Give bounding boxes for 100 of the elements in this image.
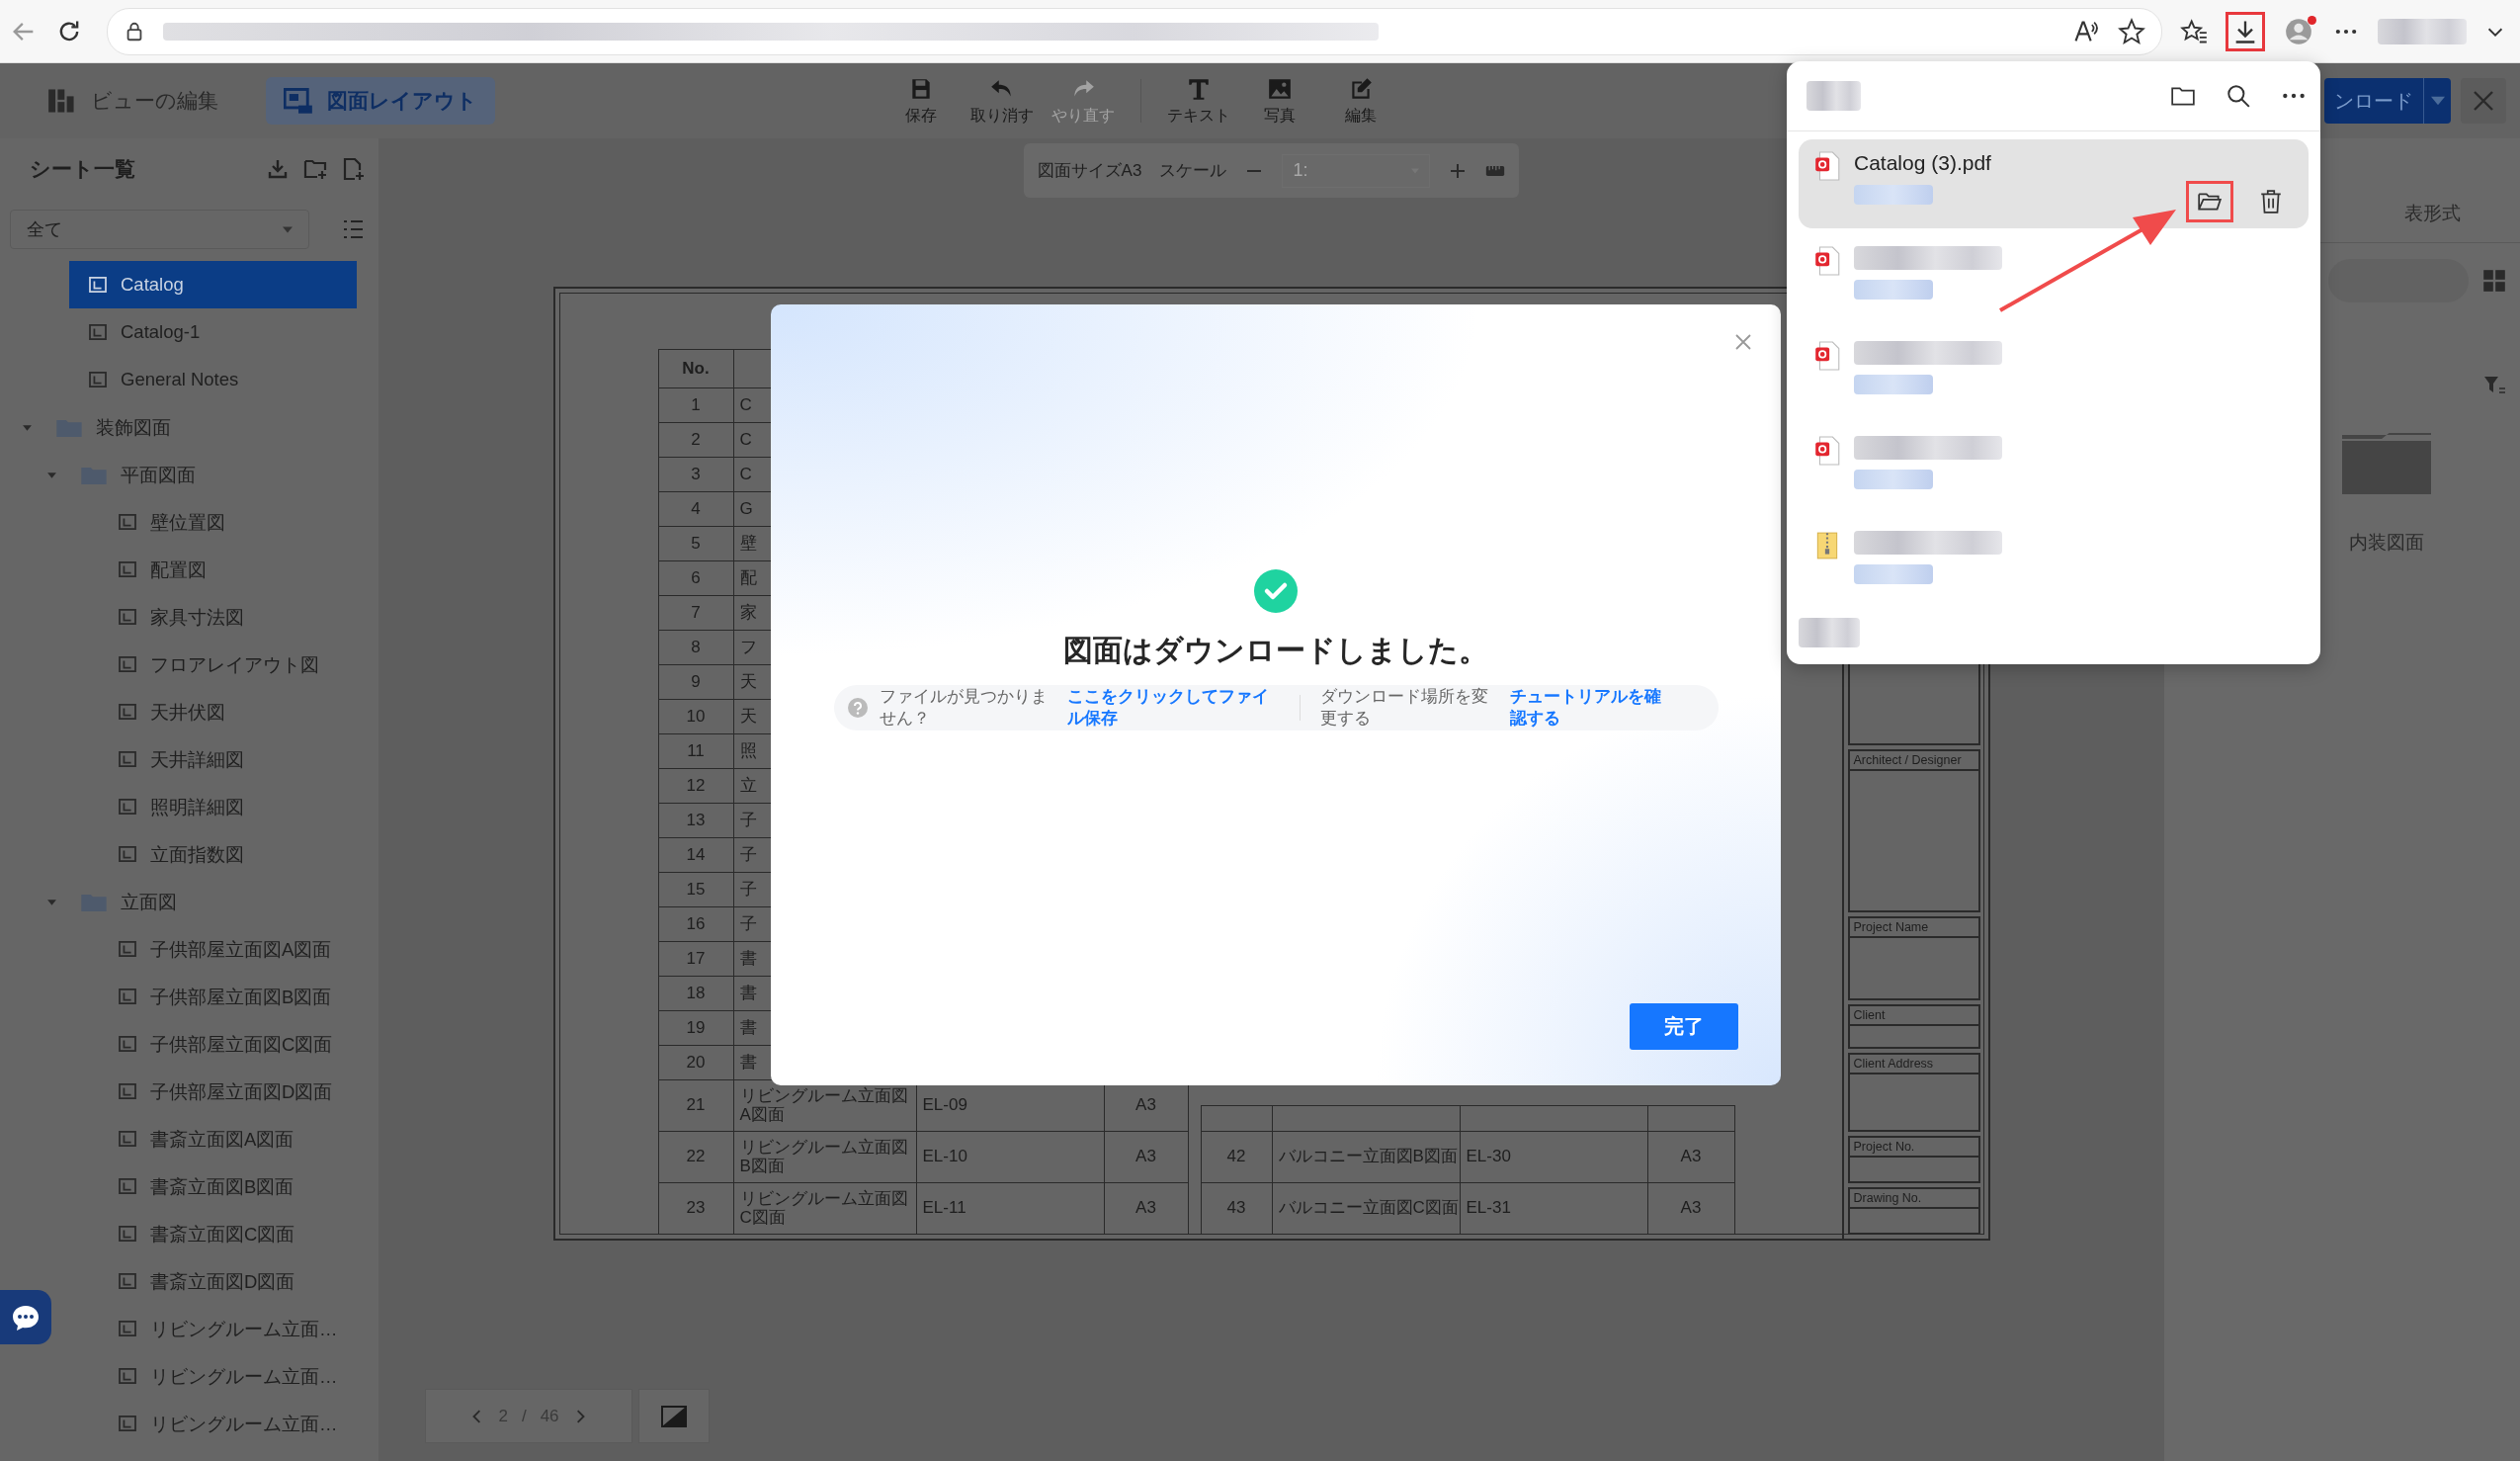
scale-label: スケール [1159, 160, 1227, 182]
sheet-icon [119, 1036, 136, 1052]
show-in-folder-button[interactable] [2186, 181, 2233, 222]
add-file-icon[interactable] [341, 157, 365, 181]
table-cell: 2 [658, 423, 734, 458]
table-cell: EL-11 [922, 1199, 966, 1218]
sheet-item[interactable]: フロアレイアウト図 [99, 641, 357, 688]
layout-icon [284, 87, 313, 115]
sheet-item[interactable]: 子供部屋立面図B図面 [99, 973, 357, 1020]
table-cell: 43 [1201, 1183, 1273, 1235]
table-cell: 1 [658, 388, 734, 423]
toolbar-button[interactable]: 写真 [1248, 75, 1311, 127]
table-cell: 5 [658, 527, 734, 561]
folder-icon [56, 417, 82, 437]
sheet-item[interactable]: 書斎立面図D図面 [99, 1257, 357, 1305]
sheet-item[interactable]: リビングルーム立面… [99, 1400, 357, 1447]
caret-icon [2430, 96, 2445, 106]
table-cell: 11 [658, 734, 734, 769]
sheet-item[interactable]: 書斎立面図B図面 [99, 1162, 357, 1210]
sheet-item[interactable]: 書斎立面図C図面 [99, 1210, 357, 1257]
view-tab[interactable]: 図面レイアウト [266, 77, 495, 125]
sheet-item[interactable]: Catalog [69, 261, 357, 308]
file-name: Catalog (3).pdf [1854, 151, 1991, 175]
zip-file-icon [1814, 531, 1840, 560]
view-tab[interactable]: ビューの編集 [30, 77, 236, 125]
table-cell: A3 [1135, 1199, 1156, 1218]
download-icon[interactable] [266, 157, 290, 181]
sheet-icon [89, 277, 107, 293]
list-settings-icon[interactable] [341, 217, 365, 241]
sheet-item[interactable]: Catalog-1 [69, 308, 357, 356]
sheet-item[interactable]: 天井伏図 [99, 688, 357, 735]
sheet-icon [119, 941, 136, 957]
download-button[interactable] [2226, 11, 2265, 51]
add-folder-icon[interactable] [303, 157, 327, 181]
blurred-block [1806, 81, 1861, 111]
sheet-icon [119, 1083, 136, 1099]
toggle-button[interactable] [638, 1389, 710, 1443]
sheet-item[interactable]: General Notes [69, 356, 357, 403]
tree-folder[interactable]: 立面図 [46, 878, 357, 925]
caret-icon [283, 225, 293, 233]
sheet-item[interactable]: リビングルーム立面… [99, 1352, 357, 1400]
tree-folder[interactable]: 平面図面 [46, 451, 357, 498]
trash-icon [2258, 189, 2284, 215]
sheet-item[interactable]: 書斎立面図A図面 [99, 1115, 357, 1162]
save-file-link[interactable]: ここをクリックしてファイル保存 [1066, 685, 1280, 730]
sheet-item[interactable]: 子供部屋立面図D図面 [99, 1068, 357, 1115]
hint-text: ダウンロード場所を変更する [1319, 685, 1489, 730]
sheet-item[interactable]: 子供部屋立面図A図面 [99, 925, 357, 973]
tutorial-link[interactable]: チュートリアルを確認する [1509, 685, 1673, 730]
table-cell: リビングルーム立面図C図面 [733, 1183, 917, 1235]
toolbar-button[interactable]: テキスト [1167, 75, 1230, 127]
table-cell: 23 [658, 1183, 734, 1235]
table-cell: 20 [658, 1046, 734, 1080]
chat-button[interactable] [0, 1290, 51, 1344]
title-block-label: Project No. [1849, 1138, 1978, 1158]
search-icon[interactable] [2226, 83, 2251, 109]
sheet-icon [119, 1131, 136, 1147]
title-block-label: Client [1849, 1006, 1978, 1026]
pdf-file-icon [1814, 436, 1840, 466]
table-cell: 18 [658, 977, 734, 1011]
download-button[interactable]: ンロード [2324, 78, 2423, 124]
filter-dropdown[interactable]: 全て [10, 210, 309, 249]
folder-icon [81, 892, 107, 911]
table-cell: A3 [1135, 1148, 1156, 1166]
tree-folder[interactable]: 装飾図面 [22, 403, 357, 451]
sheet-item[interactable]: 家具寸法図 [99, 593, 357, 641]
pdf-file-icon [1814, 151, 1840, 181]
toolbar-button[interactable]: 取り消す [970, 75, 1034, 127]
star-icon[interactable] [2118, 17, 2145, 45]
dropdown-button[interactable] [2423, 78, 2451, 124]
close-button[interactable] [2461, 78, 2506, 124]
paper-size-label: 図面サイズA3 [1037, 160, 1142, 182]
panel-title: シート一覧 [30, 156, 135, 182]
table-cell: 6 [658, 561, 734, 596]
profile-avatar[interactable] [2283, 15, 2314, 47]
title-block-label: Drawing No. [1849, 1189, 1978, 1209]
table-cell: EL-10 [922, 1148, 967, 1166]
sheet-item[interactable]: 天井詳細図 [99, 735, 357, 783]
pdf-file-icon [1814, 246, 1840, 276]
sheet-icon [119, 609, 136, 625]
toolbar-button[interactable]: 編集 [1329, 75, 1392, 127]
done-button[interactable]: 完了 [1630, 1003, 1738, 1050]
dialog-title: 図面はダウンロードしました。 [1063, 633, 1488, 668]
scale-field[interactable]: 1: [1282, 153, 1431, 188]
sheet-item[interactable]: 配置図 [99, 546, 357, 593]
table-cell: 9 [658, 665, 734, 700]
sheet-item[interactable]: 子供部屋立面図C図面 [99, 1020, 357, 1068]
grid-view-icon[interactable] [2482, 269, 2506, 293]
sheet-icon [119, 1368, 136, 1384]
toolbar-button[interactable]: 保存 [889, 75, 953, 127]
title-block-label: Project Name [1849, 918, 1978, 938]
sheet-icon [119, 704, 136, 720]
favorites-icon[interactable] [2180, 17, 2208, 45]
notification-dot [2308, 15, 2316, 25]
view-tab[interactable]: 表形式 [2385, 201, 2480, 242]
sheet-item[interactable]: リビングルーム立面… [99, 1305, 357, 1352]
sheet-item[interactable]: 立面指数図 [99, 830, 357, 878]
sheet-item[interactable]: 照明詳細図 [99, 783, 357, 830]
download-item[interactable]: Catalog (3).pdf [1799, 139, 2309, 228]
sheet-item[interactable]: 壁位置図 [99, 498, 357, 546]
